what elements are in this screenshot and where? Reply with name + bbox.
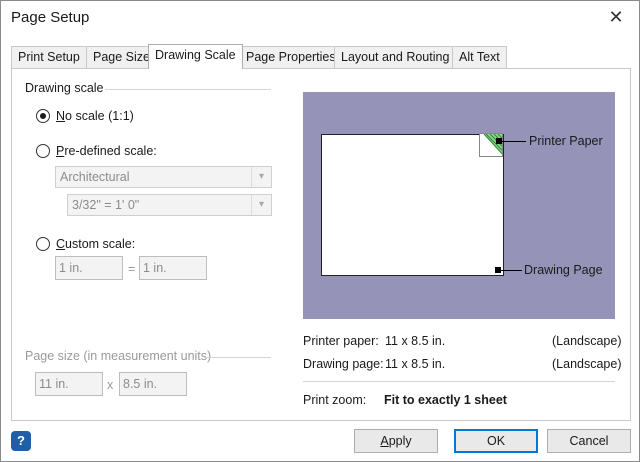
chevron-down-icon: ▾ [251, 167, 271, 187]
no-scale-radio-row[interactable]: No scale (1:1) [36, 109, 134, 123]
printer-paper-label: Printer paper: [303, 334, 379, 348]
predefined-type-select[interactable]: Architectural ▾ [55, 166, 272, 188]
page-setup-dialog: Page Setup ✕ Print Setup Page Size Drawi… [0, 0, 640, 462]
tab-page-size[interactable]: Page Size [86, 46, 157, 68]
equals-sign: = [128, 262, 136, 276]
cancel-button[interactable]: Cancel [547, 429, 631, 453]
drawing-scale-group-label: Drawing scale [25, 81, 104, 95]
printer-paper-preview [479, 133, 503, 157]
ok-button[interactable]: OK [454, 429, 538, 453]
drawing-page-orientation: (Landscape) [552, 357, 622, 371]
tab-print-setup[interactable]: Print Setup [11, 46, 87, 68]
times-sign: x [107, 378, 114, 392]
title-bar: Page Setup ✕ [1, 1, 639, 35]
group-divider [204, 357, 271, 358]
predefined-scale-radio-row[interactable]: Pre-defined scale: [36, 144, 157, 158]
printer-paper-callout: Printer Paper [529, 134, 603, 148]
group-divider [105, 89, 271, 90]
drawing-page-callout: Drawing Page [524, 263, 603, 277]
printer-paper-orientation: (Landscape) [552, 334, 622, 348]
no-scale-radio[interactable] [36, 109, 50, 123]
custom-scale-right-input[interactable]: 1 in. [139, 256, 207, 280]
drawing-page-preview [321, 134, 504, 276]
no-scale-label: No scale (1:1) [56, 109, 134, 123]
tab-alt-text[interactable]: Alt Text [452, 46, 507, 68]
help-icon[interactable]: ? [11, 431, 31, 451]
custom-scale-label: Custom scale: [56, 237, 136, 251]
custom-scale-radio[interactable] [36, 237, 50, 251]
drawing-page-value: 11 x 8.5 in. [385, 357, 446, 371]
drawing-page-callout-line [501, 270, 522, 271]
close-icon[interactable]: ✕ [605, 6, 627, 28]
predefined-value-text: 3/32" = 1' 0" [72, 198, 140, 212]
custom-scale-left-input[interactable]: 1 in. [55, 256, 123, 280]
chevron-down-icon: ▾ [251, 195, 271, 215]
page-width-input[interactable]: 11 in. [35, 372, 103, 396]
apply-button[interactable]: Apply [354, 429, 438, 453]
print-zoom-value: Fit to exactly 1 sheet [384, 393, 507, 407]
page-height-input[interactable]: 8.5 in. [119, 372, 187, 396]
info-divider [303, 381, 615, 382]
print-zoom-label: Print zoom: [303, 393, 367, 407]
printer-paper-value: 11 x 8.5 in. [385, 334, 446, 348]
tab-layout-and-routing[interactable]: Layout and Routing [334, 46, 457, 68]
dialog-title: Page Setup [11, 9, 90, 26]
tab-page-properties[interactable]: Page Properties [239, 46, 343, 68]
predefined-scale-label: Pre-defined scale: [56, 144, 157, 158]
predefined-type-value: Architectural [60, 170, 130, 184]
tab-drawing-scale[interactable]: Drawing Scale [148, 44, 243, 69]
page-preview: Printer Paper Drawing Page [303, 92, 615, 319]
printer-paper-callout-line [502, 141, 526, 142]
page-size-group-label: Page size (in measurement units) [25, 349, 212, 363]
predefined-scale-radio[interactable] [36, 144, 50, 158]
drawing-page-label: Drawing page: [303, 357, 384, 371]
custom-scale-radio-row[interactable]: Custom scale: [36, 237, 135, 251]
predefined-value-select[interactable]: 3/32" = 1' 0" ▾ [67, 194, 272, 216]
